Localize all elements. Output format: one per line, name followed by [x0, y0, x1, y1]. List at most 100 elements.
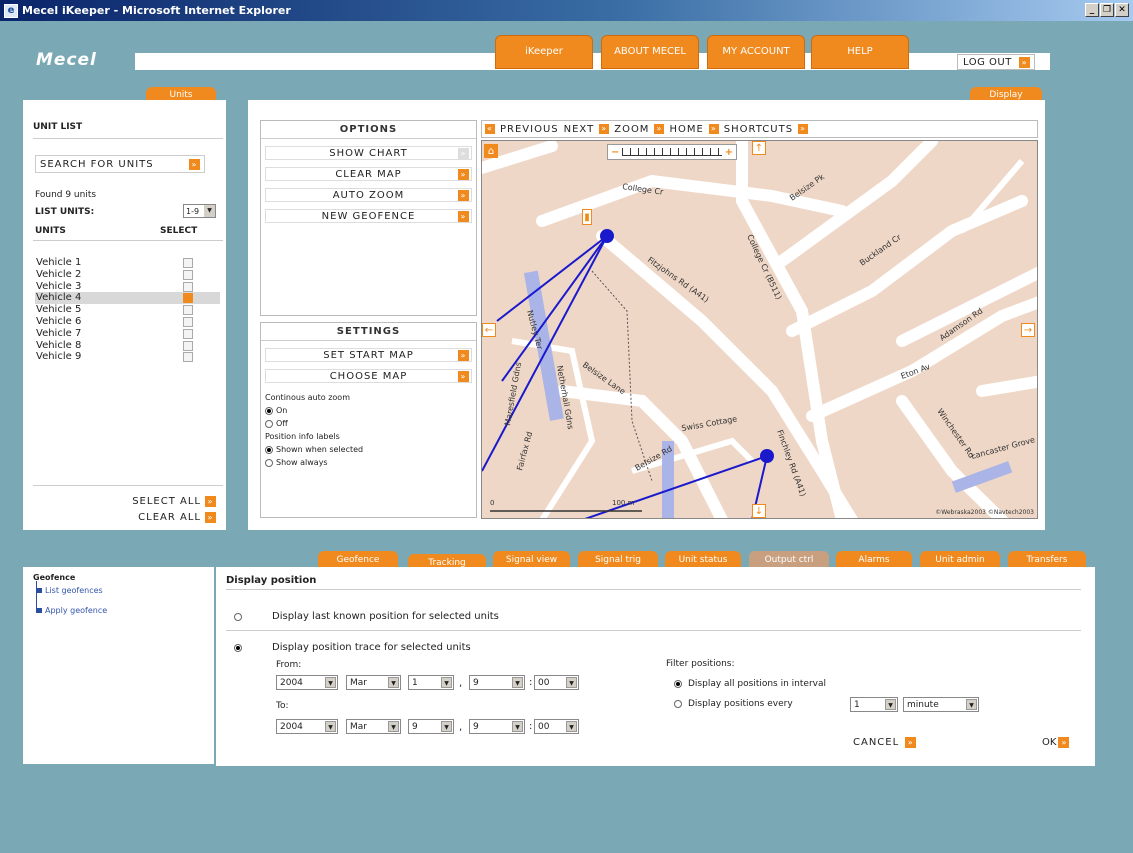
select-checkbox[interactable] [183, 258, 193, 268]
zoom-slider[interactable]: − + [607, 144, 737, 160]
list-item[interactable]: Vehicle 7 [35, 328, 220, 340]
select-checkbox[interactable] [183, 281, 193, 292]
chevron-down-icon: ▼ [566, 721, 577, 732]
choose-map-button[interactable]: CHOOSE MAP» [265, 369, 472, 383]
labels-label: Position info labels [265, 432, 340, 441]
auto-zoom-on-radio[interactable]: On [265, 404, 476, 417]
list-item[interactable]: Vehicle 4 [35, 292, 220, 305]
from-hour-select[interactable]: 9 ▼ [469, 675, 525, 690]
to-hour-select[interactable]: 9 ▼ [469, 719, 525, 734]
search-units-button[interactable]: SEARCH FOR UNITS» [35, 155, 205, 173]
nav-my-account[interactable]: MY ACCOUNT [707, 35, 805, 69]
chevron-down-icon: ▼ [388, 721, 399, 732]
radio-icon[interactable] [234, 612, 242, 621]
list-item[interactable]: Vehicle 3 [35, 281, 220, 293]
cancel-button[interactable]: CANCEL» [853, 737, 917, 748]
list-item[interactable]: Vehicle 8 [35, 340, 220, 352]
home-icon[interactable]: ⌂ [484, 144, 498, 158]
show-chart-button[interactable]: SHOW CHART» [265, 146, 472, 160]
radio-icon[interactable] [265, 419, 273, 428]
select-checkbox[interactable] [183, 328, 193, 339]
every-value-select[interactable]: 1 ▼ [850, 697, 898, 712]
tab-alarms[interactable]: Alarms [836, 551, 912, 568]
next-button[interactable]: NEXT [564, 124, 595, 135]
select-checkbox[interactable] [183, 305, 193, 316]
logout-button[interactable]: LOG OUT» [957, 54, 1035, 70]
tab-unit-admin[interactable]: Unit admin [920, 551, 1000, 568]
nav-help[interactable]: HELP [811, 35, 909, 69]
home-button[interactable]: HOME [669, 124, 703, 135]
zoom-in-icon[interactable]: + [725, 147, 733, 158]
radio-icon[interactable] [265, 445, 273, 454]
list-item[interactable]: Vehicle 2 [35, 269, 220, 281]
map-view[interactable]: 0 100 m College Cr Fitzjohns Rd (A41) Be… [481, 140, 1038, 519]
filter-every-option[interactable]: Display positions every [674, 699, 793, 709]
labels-selected-radio[interactable]: Shown when selected [265, 443, 476, 456]
auto-zoom-button[interactable]: AUTO ZOOM» [265, 188, 472, 202]
new-geofence-button[interactable]: NEW GEOFENCE» [265, 209, 472, 223]
tab-signal-view[interactable]: Signal view [493, 551, 570, 568]
zoom-scale [622, 148, 722, 156]
tab-geofence[interactable]: Geofence [318, 551, 398, 568]
clear-all-button[interactable]: CLEAR ALL» [138, 511, 216, 524]
list-item[interactable]: Vehicle 5 [35, 304, 220, 316]
pan-down-icon[interactable]: ↓ [752, 504, 766, 518]
select-checkbox[interactable] [183, 352, 193, 363]
labels-always-radio[interactable]: Show always [265, 456, 476, 469]
tab-signal-trig[interactable]: Signal trig [578, 551, 658, 568]
auto-zoom-off-radio[interactable]: Off [265, 417, 476, 430]
option-last-known[interactable]: Display last known position for selected… [234, 611, 499, 622]
from-day-select[interactable]: 1 ▼ [408, 675, 454, 690]
from-minute-select[interactable]: 00 ▼ [534, 675, 579, 690]
list-item[interactable]: Vehicle 1 [35, 257, 220, 269]
from-year-select[interactable]: 2004 ▼ [276, 675, 338, 690]
tab-transfers[interactable]: Transfers [1008, 551, 1086, 568]
nav-about[interactable]: ABOUT MECEL [601, 35, 699, 69]
select-checkbox[interactable] [183, 269, 193, 280]
radio-icon[interactable] [674, 680, 682, 688]
option-trace[interactable]: Display position trace for selected unit… [234, 642, 471, 653]
ok-button[interactable]: OK» [1042, 737, 1070, 748]
select-all-button[interactable]: SELECT ALL» [132, 495, 216, 508]
radio-icon[interactable] [674, 700, 682, 708]
to-day-select[interactable]: 9 ▼ [408, 719, 454, 734]
chevron-down-icon: ▼ [441, 721, 452, 732]
clear-map-button[interactable]: CLEAR MAP» [265, 167, 472, 181]
filter-all-option[interactable]: Display all positions in interval [674, 679, 826, 689]
select-checkbox[interactable] [183, 316, 193, 327]
arrow-right-icon: » [205, 496, 216, 507]
to-year-select[interactable]: 2004 ▼ [276, 719, 338, 734]
previous-button[interactable]: PREVIOUS [500, 124, 559, 135]
radio-icon[interactable] [265, 406, 273, 415]
zoom-out-icon[interactable]: − [611, 147, 619, 158]
from-month-select[interactable]: Mar ▼ [346, 675, 401, 690]
set-start-map-button[interactable]: SET START MAP» [265, 348, 472, 362]
pan-up-icon[interactable]: ↑ [752, 141, 766, 155]
tab-unit-status[interactable]: Unit status [665, 551, 741, 568]
geofence-panel: Geofence List geofences Apply geofence [23, 567, 214, 764]
to-month-select[interactable]: Mar ▼ [346, 719, 401, 734]
to-minute-select[interactable]: 00 ▼ [534, 719, 579, 734]
shortcuts-button[interactable]: SHORTCUTS [724, 124, 793, 135]
select-checkbox[interactable] [183, 293, 193, 304]
apply-geofence-link[interactable]: Apply geofence [37, 606, 107, 615]
arrow-right-icon: » [458, 211, 469, 222]
every-unit-select[interactable]: minute ▼ [903, 697, 979, 712]
nav-ikeeper[interactable]: iKeeper [495, 35, 593, 69]
pan-left-icon[interactable]: ← [482, 323, 496, 337]
close-icon[interactable]: ✕ [1115, 3, 1129, 17]
tree-node-icon [37, 608, 42, 613]
restore-icon[interactable]: ❐ [1100, 3, 1114, 17]
radio-icon[interactable] [234, 643, 242, 652]
list-item[interactable]: Vehicle 6 [35, 316, 220, 328]
list-geofences-link[interactable]: List geofences [37, 586, 103, 595]
zoom-button[interactable]: ZOOM [614, 124, 649, 135]
radio-icon[interactable] [265, 458, 273, 467]
pan-right-icon[interactable]: → [1021, 323, 1035, 337]
arrow-right-icon: » [458, 371, 469, 382]
select-checkbox[interactable] [183, 340, 193, 351]
list-item[interactable]: Vehicle 9 [35, 351, 220, 363]
list-units-select[interactable]: 1-9 ▼ [183, 204, 216, 218]
tab-output-ctrl[interactable]: Output ctrl [749, 551, 829, 568]
minimize-icon[interactable]: _ [1085, 3, 1099, 17]
